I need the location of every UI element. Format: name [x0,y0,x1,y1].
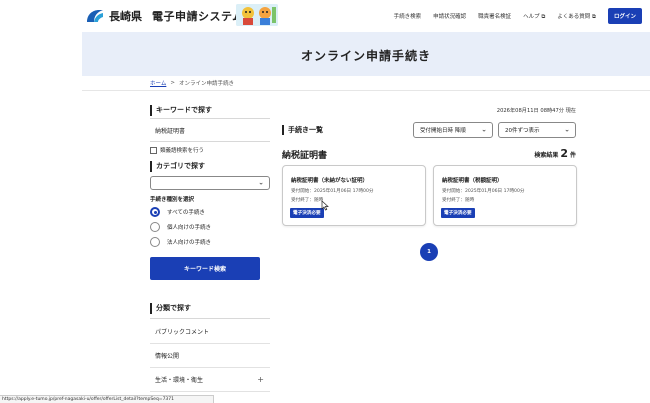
procedure-list-heading: 手続き一覧 [282,125,323,135]
results-count-number: 2 [560,147,568,160]
site-logo[interactable]: 長崎県 電子申請システム [85,5,244,27]
classification-divider [150,318,270,319]
breadcrumb: ホーム > オンライン申請手続き [150,79,234,87]
results-count-unit: 件 [569,152,576,159]
procedure-card-title[interactable]: 納税証明書（未納がない証明） [291,176,368,184]
synonym-label: 類義語検索を行う [160,148,205,154]
pagination-page-button[interactable]: 1 [420,243,438,261]
radio-button[interactable] [150,237,160,247]
mouse-cursor-icon [321,200,329,211]
header-nav: 手続き検索 申請状況確認 職責署名検証 ヘルプ ⧉ よくある質問 ⧉ ログイン [394,8,642,24]
category-item-label: 情報公開 [155,353,180,360]
category-heading: カテゴリで探す [150,161,205,172]
radio-button[interactable] [150,222,160,232]
nagasaki-logo-icon [85,8,105,24]
category-item-life-environment[interactable]: 生活・環境・衛生 + [150,368,270,392]
per-page-value: 20件ずつ表示 [505,128,540,134]
category-item-info-disclosure[interactable]: 情報公開 [150,344,270,368]
page-banner: オンライン申請手続き [82,32,650,76]
mascot-image [236,4,278,26]
chevron-down-icon: ⌄ [564,125,570,134]
category-item-label: 生活・環境・衛生 [155,377,204,384]
nav-application-status[interactable]: 申請状況確認 [433,12,466,20]
keyword-search-button[interactable]: キーワード検索 [150,257,260,280]
radio-all-procedures[interactable]: すべての手続き [150,207,205,217]
synonym-search-option[interactable]: 類義語検索を行う [150,146,204,154]
procedure-card-start: 受付開始：2025年01月06日 17時00分 [442,189,525,194]
radio-button-selected[interactable] [150,207,160,217]
results-title: 納税証明書 [282,151,328,161]
category-select[interactable]: ⌄ [150,176,270,190]
procedure-type-label: 手続き種別を選択 [150,197,195,203]
site-header: 長崎県 電子申請システム 手続き検索 申請状況確認 職責署名検証 ヘルプ ⧉ よ… [0,0,650,32]
keyword-divider [150,118,270,119]
radio-personal-procedures[interactable]: 個人向けの手続き [150,222,211,232]
keyword-search-input[interactable] [150,120,270,140]
expand-plus-icon[interactable]: + [257,375,264,384]
sort-order-value: 受付開始日時 降順 [420,128,466,134]
procedure-card-end: 受付終了：随時 [442,198,475,203]
breadcrumb-separator: > [170,80,175,86]
nav-signature-verify[interactable]: 職責署名検証 [478,12,511,20]
per-page-select[interactable]: 20件ずつ表示 ⌄ [498,122,576,138]
e-payment-badge: 電子決済必要 [441,208,475,218]
sort-order-select[interactable]: 受付開始日時 降順 ⌄ [413,122,493,138]
current-timestamp: 2026年08月11日 08時47分 現在 [496,108,576,114]
results-count: 検索結果 2 件 [534,147,576,160]
page-title: オンライン申請手続き [300,49,431,63]
system-title: 電子申請システム [152,10,244,23]
category-item-label: パブリックコメント [155,329,210,336]
prefecture-name: 長崎県 [109,10,142,23]
nav-procedure-search[interactable]: 手続き検索 [394,12,422,20]
keyword-heading: キーワードで探す [150,105,212,116]
radio-label: 個人向けの手続き [167,225,212,231]
breadcrumb-home-link[interactable]: ホーム [150,79,166,87]
radio-label: すべての手続き [167,210,205,216]
chevron-down-icon: ⌄ [258,178,264,187]
procedure-card[interactable]: 納税証明書（未納がない証明） 受付開始：2025年01月06日 17時00分 受… [282,165,426,226]
status-bar-url: https://apply.e-tumo.jp/pref-nagasaki-u/… [0,395,214,403]
results-count-label: 検索結果 [534,152,559,159]
e-payment-badge: 電子決済必要 [290,208,324,218]
classification-heading: 分類で探す [150,303,191,314]
procedure-card-title[interactable]: 納税証明書（税額証明） [442,176,503,184]
chevron-down-icon: ⌄ [481,125,487,134]
breadcrumb-current: オンライン申請手続き [178,81,234,87]
procedure-card-end: 受付終了：随時 [291,198,324,203]
breadcrumb-divider [82,90,650,91]
radio-label: 法人向けの手続き [167,240,212,246]
category-item-public-comment[interactable]: パブリックコメント [150,320,270,344]
procedure-card-start: 受付開始：2025年01月06日 17時00分 [291,189,374,194]
login-button[interactable]: ログイン [607,8,642,24]
keyword-input-underline [150,141,270,142]
nav-help[interactable]: ヘルプ ⧉ [523,12,545,21]
radio-corporate-procedures[interactable]: 法人向けの手続き [150,237,211,247]
procedure-card[interactable]: 納税証明書（税額証明） 受付開始：2025年01月06日 17時00分 受付終了… [433,165,577,226]
synonym-checkbox[interactable] [150,146,157,154]
nav-faq[interactable]: よくある質問 ⧉ [557,12,596,21]
